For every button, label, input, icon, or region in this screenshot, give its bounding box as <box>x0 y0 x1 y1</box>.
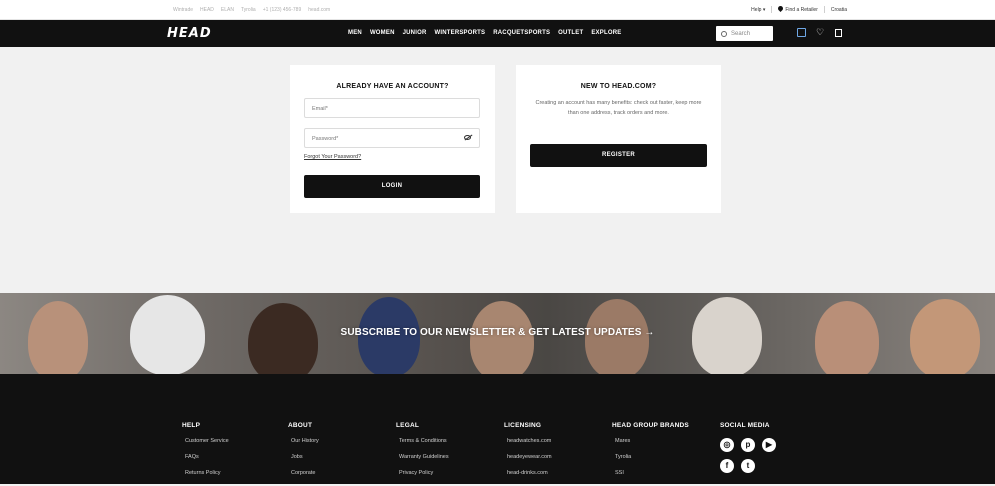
search-placeholder: Search <box>731 30 751 37</box>
nav-icons: ♡ <box>797 28 842 37</box>
nav-outlet[interactable]: OUTLET <box>558 30 583 36</box>
country-selector[interactable]: Croatia <box>831 7 847 13</box>
youtube-icon[interactable]: ▶ <box>762 438 776 452</box>
login-card: ALREADY HAVE AN ACCOUNT? Email* Password… <box>290 65 495 213</box>
newsletter-banner[interactable]: SUBSCRIBE TO OUR NEWSLETTER & GET LATEST… <box>0 293 995 374</box>
nav-racquetsports[interactable]: RACQUETSPORTS <box>493 30 550 36</box>
footer-link[interactable]: Warranty Guidelines <box>399 454 449 460</box>
phone-number: +1 (123) 456-789 <box>262 7 302 13</box>
nav-women[interactable]: WOMEN <box>370 30 395 36</box>
divider <box>771 6 773 13</box>
twitter-icon[interactable]: t <box>741 459 755 473</box>
cart-icon[interactable] <box>835 29 842 37</box>
site-link[interactable]: head.com <box>308 7 330 13</box>
login-title: ALREADY HAVE AN ACCOUNT? <box>336 83 449 90</box>
footer-column-licensing: LICENSING headwatches.com headeyewear.co… <box>504 422 552 486</box>
main-navigation: HEAD MEN WOMEN JUNIOR WINTERSPORTS RACQU… <box>0 20 995 47</box>
footer-link[interactable]: Returns Policy <box>185 470 229 476</box>
footer-heading: LEGAL <box>396 422 420 429</box>
social-row: f t <box>720 459 776 473</box>
footer-column-legal: LEGAL Terms & Conditions Warranty Guidel… <box>396 422 449 486</box>
forgot-password-link[interactable]: Forgot Your Password? <box>304 154 361 160</box>
pinterest-icon[interactable]: p <box>741 438 755 452</box>
footer-column-about: ABOUT Our History Jobs Corporate <box>288 422 319 486</box>
search-icon <box>721 30 727 37</box>
brand-logo-4[interactable]: Tyrolia <box>241 7 256 13</box>
head-logo[interactable]: HEAD <box>167 26 212 41</box>
nav-junior[interactable]: JUNIOR <box>403 30 427 36</box>
instagram-icon[interactable]: ◎ <box>720 438 734 452</box>
login-button[interactable]: LOGIN <box>304 175 480 198</box>
brand-logo-1[interactable]: Wintrade <box>173 7 193 13</box>
footer-link[interactable]: SSI <box>615 470 689 476</box>
footer: HELP Customer Service FAQs Returns Polic… <box>0 374 995 484</box>
email-placeholder: Email* <box>312 106 328 112</box>
footer-heading: LICENSING <box>504 422 542 429</box>
footer-link[interactable]: Mares <box>615 438 689 444</box>
footer-link[interactable]: headeyewear.com <box>507 454 552 460</box>
footer-link[interactable]: Terms & Conditions <box>399 438 449 444</box>
register-description: Creating an account has many benefits: c… <box>535 100 702 116</box>
newsletter-cta[interactable]: SUBSCRIBE TO OUR NEWSLETTER & GET LATEST… <box>0 327 995 338</box>
register-button[interactable]: REGISTER <box>530 144 707 167</box>
footer-column-help: HELP Customer Service FAQs Returns Polic… <box>182 422 229 486</box>
footer-link[interactable]: Privacy Policy <box>399 470 449 476</box>
register-title: NEW TO HEAD.COM? <box>580 83 657 90</box>
social-row: ◎ p ▶ <box>720 438 776 452</box>
email-field[interactable]: Email* <box>304 98 480 118</box>
brand-strip: Wintrade HEAD ELAN Tyrolia +1 (123) 456-… <box>173 7 330 13</box>
find-retailer-label: Find a Retailer <box>785 7 818 13</box>
nav-explore[interactable]: EXPLORE <box>591 30 621 36</box>
footer-heading: ABOUT <box>288 422 313 429</box>
search-input[interactable]: Search <box>716 26 773 41</box>
register-card: NEW TO HEAD.COM? Creating an account has… <box>516 65 721 213</box>
password-field[interactable]: Password* <box>304 128 480 148</box>
footer-heading: HELP <box>182 422 201 429</box>
footer-heading: HEAD GROUP BRANDS <box>612 422 689 429</box>
utility-links: Help ▾ Find a Retailer Croatia <box>751 4 847 13</box>
utility-bar: Wintrade HEAD ELAN Tyrolia +1 (123) 456-… <box>0 0 995 20</box>
nav-men[interactable]: MEN <box>348 30 362 36</box>
eye-slash-icon[interactable] <box>464 135 471 140</box>
divider <box>823 6 825 13</box>
nav-wintersports[interactable]: WINTERSPORTS <box>434 30 485 36</box>
brand-logo-2[interactable]: HEAD <box>200 7 214 13</box>
footer-link[interactable]: Customer Service <box>185 438 229 444</box>
wishlist-icon[interactable]: ♡ <box>816 28 825 37</box>
help-dropdown[interactable]: Help ▾ <box>751 7 765 13</box>
footer-link[interactable]: Tyrolia <box>615 454 689 460</box>
account-icon[interactable] <box>797 28 806 37</box>
password-placeholder: Password* <box>312 136 339 142</box>
footer-link[interactable]: Corporate <box>291 470 319 476</box>
footer-column-brands: HEAD GROUP BRANDS Mares Tyrolia SSI <box>612 422 689 486</box>
footer-link[interactable]: Jobs <box>291 454 319 460</box>
category-menu: MEN WOMEN JUNIOR WINTERSPORTS RACQUETSPO… <box>348 30 621 36</box>
footer-column-social: SOCIAL MEDIA ◎ p ▶ f t <box>720 422 776 480</box>
location-pin-icon <box>777 4 785 13</box>
footer-link[interactable]: FAQs <box>185 454 229 460</box>
find-retailer-link[interactable]: Find a Retailer <box>777 4 818 13</box>
facebook-icon[interactable]: f <box>720 459 734 473</box>
footer-link[interactable]: head-drinks.com <box>507 470 552 476</box>
footer-link[interactable]: headwatches.com <box>507 438 552 444</box>
brand-logo-3[interactable]: ELAN <box>221 7 234 13</box>
athlete-photo <box>248 303 318 374</box>
footer-link[interactable]: Our History <box>291 438 319 444</box>
footer-heading: SOCIAL MEDIA <box>720 422 770 429</box>
